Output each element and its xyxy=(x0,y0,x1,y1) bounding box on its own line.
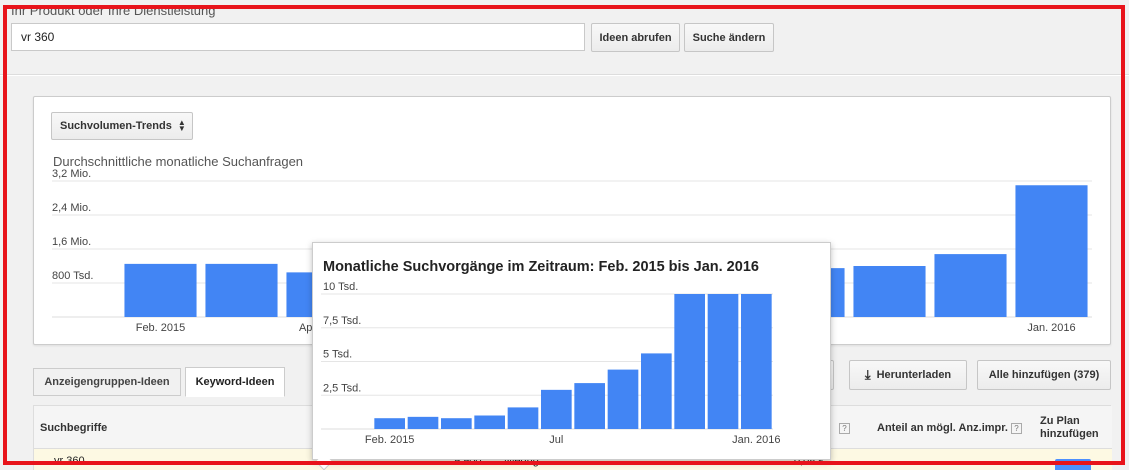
y-tick-label: 5 Tsd. xyxy=(323,349,352,361)
get-ideas-button[interactable]: Ideen abrufen xyxy=(591,23,680,52)
bar xyxy=(574,383,605,429)
row-keyword[interactable]: vr 360 xyxy=(54,455,85,467)
download-button[interactable]: ⤓ Herunterladen xyxy=(849,360,967,390)
tab-adgroup-ideas[interactable]: Anzeigengruppen-Ideen xyxy=(33,368,181,396)
bar xyxy=(474,415,505,429)
bar xyxy=(607,369,639,429)
tooltip-chart: 2,5 Tsd. 5 Tsd. 7,5 Tsd. 10 Tsd. Feb. 2015 Ju… xyxy=(321,281,780,446)
add-to-plan-button[interactable] xyxy=(1055,459,1091,470)
x-tick-label: Feb. 2015 xyxy=(136,322,186,334)
x-tick-label: Feb. 2015 xyxy=(365,434,415,446)
bar xyxy=(541,389,572,429)
search-panel: Ihr Produkt oder Ihre Dienstleistung vr … xyxy=(0,0,1129,75)
bar xyxy=(741,294,772,429)
bar xyxy=(1015,185,1088,317)
y-tick-label: 2,4 Mio. xyxy=(52,202,91,214)
search-input[interactable]: vr 360 xyxy=(11,23,585,51)
bar xyxy=(205,263,278,317)
share-help-icon[interactable]: ? xyxy=(1011,422,1022,434)
bar xyxy=(507,407,539,429)
search-label: Ihr Produkt oder Ihre Dienstleistung xyxy=(11,3,216,18)
x-tick-label: Jan. 2016 xyxy=(1027,322,1075,334)
x-tick-label: Jul xyxy=(549,434,563,446)
bar xyxy=(674,294,705,429)
header-share[interactable]: Anteil an mögl. Anz.impr.? xyxy=(877,422,1022,434)
y-tick-label: 10 Tsd. xyxy=(323,281,358,293)
bar xyxy=(124,263,197,317)
bar xyxy=(707,294,739,429)
y-tick-label: 2,5 Tsd. xyxy=(323,382,361,394)
bar xyxy=(441,418,472,429)
y-tick-label: 800 Tsd. xyxy=(52,270,93,282)
bar xyxy=(853,266,926,317)
monthly-trend-tooltip: Monatliche Suchvorgänge im Zeitraum: Feb… xyxy=(312,242,831,460)
modify-search-button[interactable]: Suche ändern xyxy=(684,23,774,52)
download-icon: ⤓ xyxy=(864,367,871,382)
x-tick-label: Jan. 2016 xyxy=(732,434,780,446)
header-add-plan: Zu Plan hinzufügen xyxy=(1040,415,1099,440)
y-tick-label: 1,6 Mio. xyxy=(52,236,91,248)
y-tick-label: 7,5 Tsd. xyxy=(323,315,361,327)
y-tick-label: 3,2 Mio. xyxy=(52,168,91,180)
bar xyxy=(641,353,672,429)
add-all-button[interactable]: Alle hinzufügen (379) xyxy=(977,360,1111,390)
bar xyxy=(934,254,1007,317)
bar xyxy=(407,416,439,429)
tab-keyword-ideas[interactable]: Keyword-Ideen xyxy=(185,367,285,397)
download-label: Herunterladen xyxy=(876,369,952,381)
header-keyword[interactable]: Suchbegriffe xyxy=(40,422,107,434)
bar xyxy=(374,418,405,429)
header-help-icon[interactable]: ? xyxy=(836,422,850,434)
